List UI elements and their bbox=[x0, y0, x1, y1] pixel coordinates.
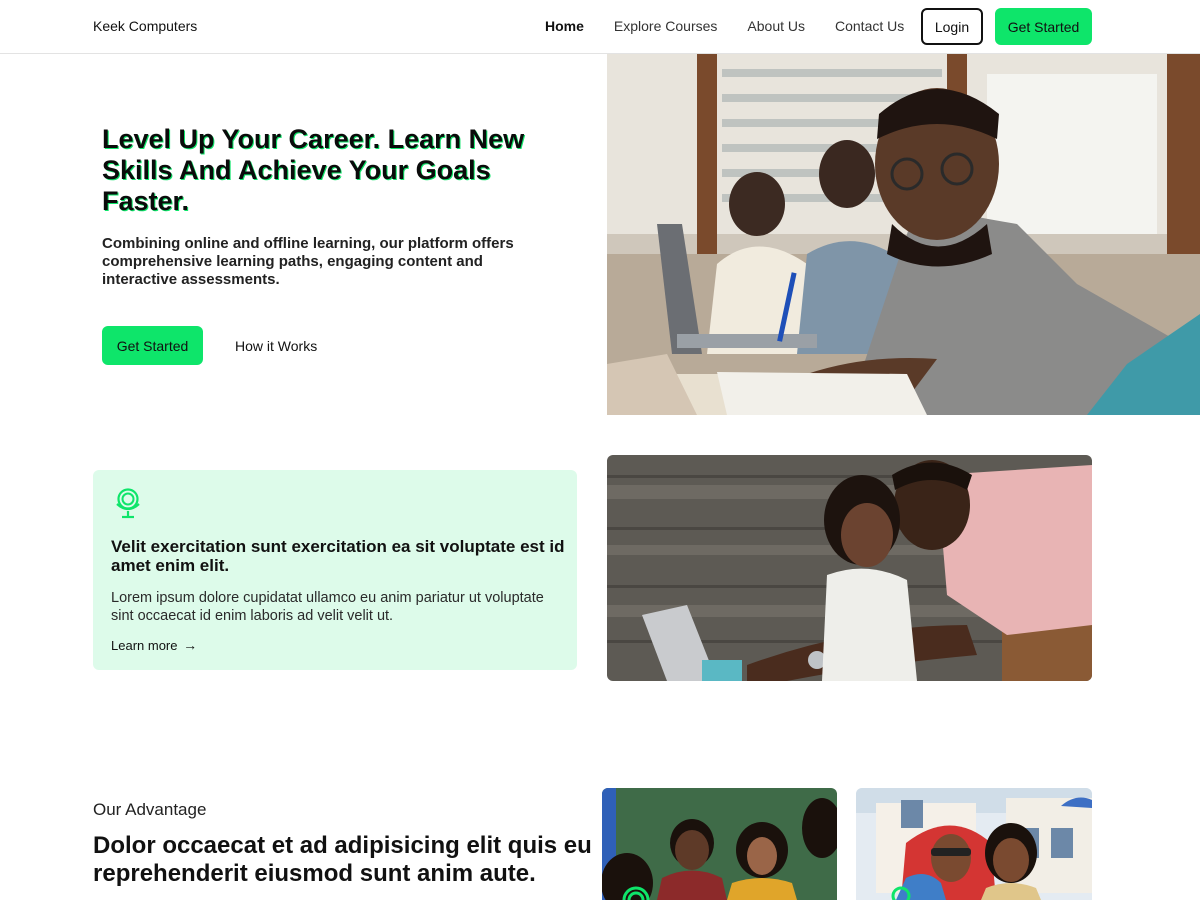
feature-image-laptop bbox=[607, 455, 1092, 681]
hero-get-started-button[interactable]: Get Started bbox=[102, 326, 203, 365]
login-button[interactable]: Login bbox=[921, 8, 983, 45]
feature-card-title: Velit exercitation sunt exercitation ea … bbox=[111, 537, 565, 575]
main-nav: Home Explore Courses About Us Contact Us bbox=[545, 18, 934, 34]
advantage-label: Our Advantage bbox=[93, 800, 207, 819]
advantage-image-group bbox=[602, 788, 837, 900]
nav-home[interactable]: Home bbox=[545, 18, 584, 34]
header-get-started-button[interactable]: Get Started bbox=[995, 8, 1092, 45]
feature-card-text: Lorem ipsum dolore cupidatat ullamco eu … bbox=[111, 590, 544, 624]
brand-name[interactable]: Keek Computers bbox=[93, 18, 197, 34]
nav-about-us[interactable]: About Us bbox=[747, 18, 805, 34]
hero-title: Level Up Your Career. Learn New Skills A… bbox=[102, 124, 525, 216]
advantage-title: Dolor occaecat et ad adipisicing elit qu… bbox=[93, 832, 592, 887]
learn-more-label: Learn more bbox=[111, 638, 178, 653]
how-it-works-link[interactable]: How it Works bbox=[235, 338, 317, 354]
advantage-image-friends bbox=[856, 788, 1092, 900]
nav-contact-us[interactable]: Contact Us bbox=[835, 18, 904, 34]
learn-more-link[interactable]: Learn more → bbox=[111, 637, 197, 653]
arrow-right-icon: → bbox=[183, 637, 198, 653]
hero-image-students bbox=[607, 54, 1200, 415]
globe-icon bbox=[111, 486, 145, 520]
feature-card: Velit exercitation sunt exercitation ea … bbox=[93, 470, 577, 670]
nav-explore-courses[interactable]: Explore Courses bbox=[614, 18, 718, 34]
site-header: Keek Computers Home Explore Courses Abou… bbox=[0, 0, 1200, 54]
hero-description: Combining online and offline learning, o… bbox=[102, 235, 514, 288]
